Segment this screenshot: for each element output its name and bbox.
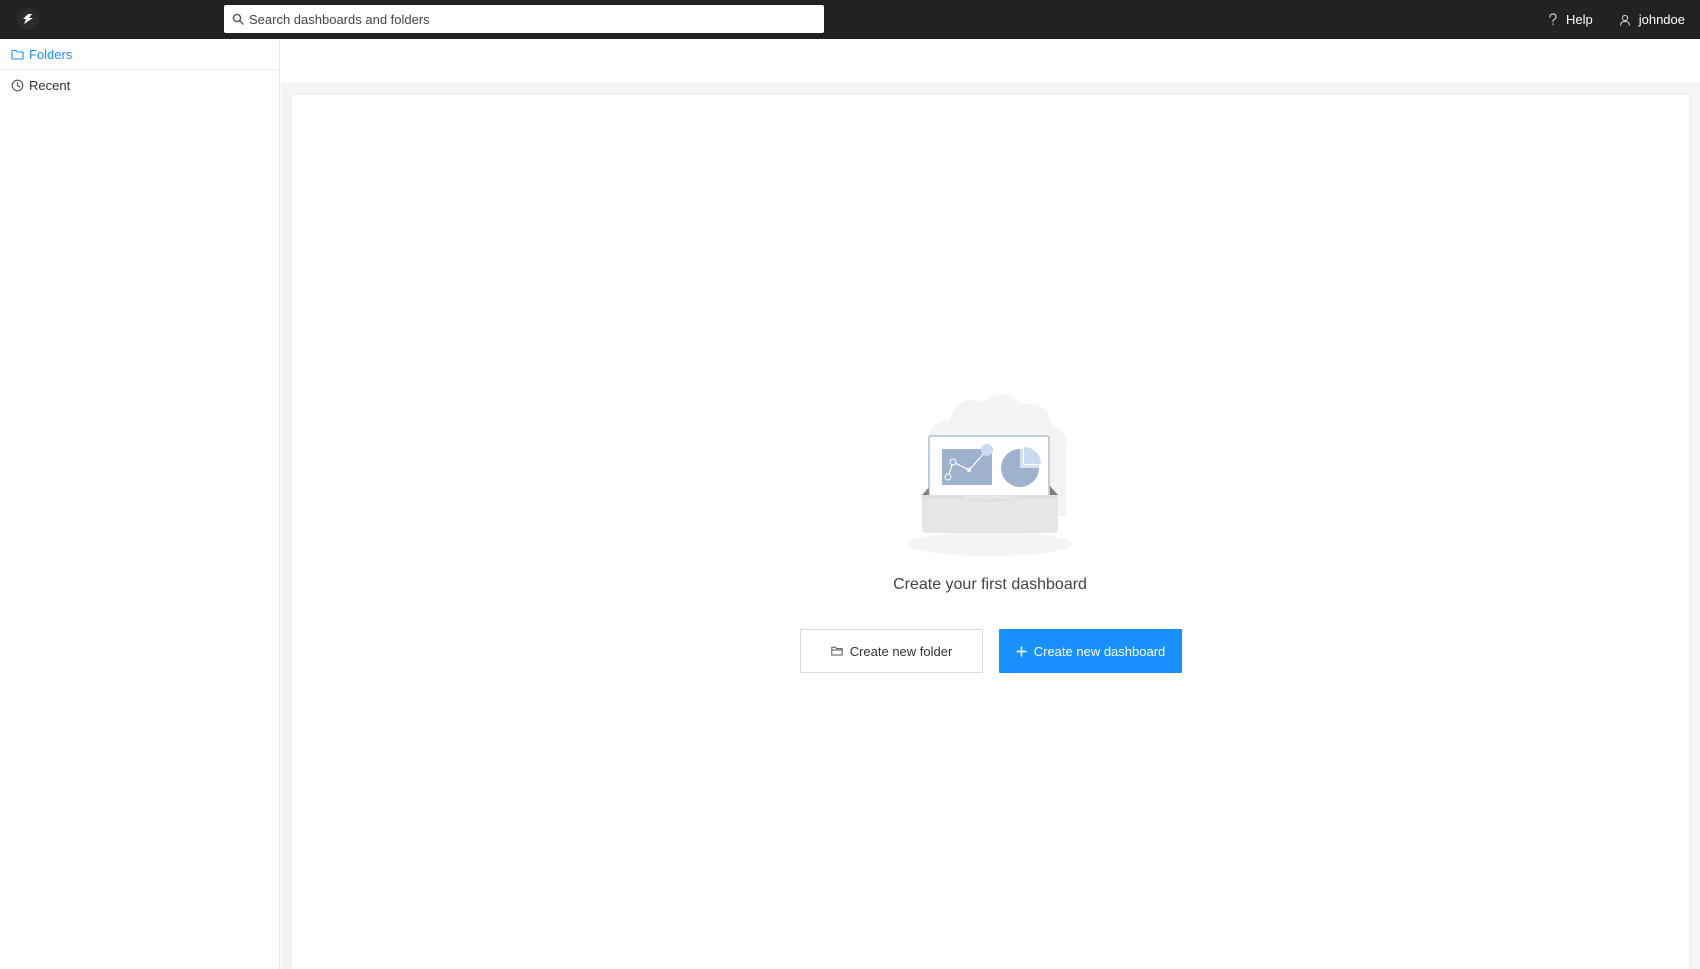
empty-dashboard-illustration xyxy=(906,386,1074,558)
main-header xyxy=(281,39,1700,83)
help-label: Help xyxy=(1565,12,1593,27)
user-name-label: johndoe xyxy=(1638,12,1685,27)
search-bar[interactable] xyxy=(224,5,824,33)
sidebar-item-recent[interactable]: Recent xyxy=(0,70,279,101)
question-mark-icon xyxy=(1548,13,1558,26)
user-menu[interactable]: johndoe xyxy=(1619,12,1685,27)
create-folder-label: Create new folder xyxy=(849,643,953,659)
app-logo-icon[interactable] xyxy=(17,8,39,30)
search-icon xyxy=(232,13,244,25)
plus-icon xyxy=(1016,646,1027,657)
sidebar-item-label: Recent xyxy=(29,78,71,93)
sidebar: Folders Recent xyxy=(0,39,280,969)
folder-icon xyxy=(11,49,24,60)
sidebar-item-label: Folders xyxy=(29,46,73,62)
create-folder-button[interactable]: Create new folder xyxy=(800,629,983,673)
search-input[interactable] xyxy=(249,11,809,27)
create-dashboard-label: Create new dashboard xyxy=(1033,643,1166,659)
sidebar-item-folders[interactable]: Folders xyxy=(0,39,279,70)
user-icon xyxy=(1619,14,1631,26)
clock-icon xyxy=(11,79,24,92)
empty-state-title: Create your first dashboard xyxy=(893,576,1087,593)
create-dashboard-button[interactable]: Create new dashboard xyxy=(999,629,1182,673)
help-link[interactable]: Help xyxy=(1548,12,1593,27)
folder-outline-icon xyxy=(830,646,843,656)
top-navigation-bar: Help johndoe xyxy=(0,0,1700,39)
